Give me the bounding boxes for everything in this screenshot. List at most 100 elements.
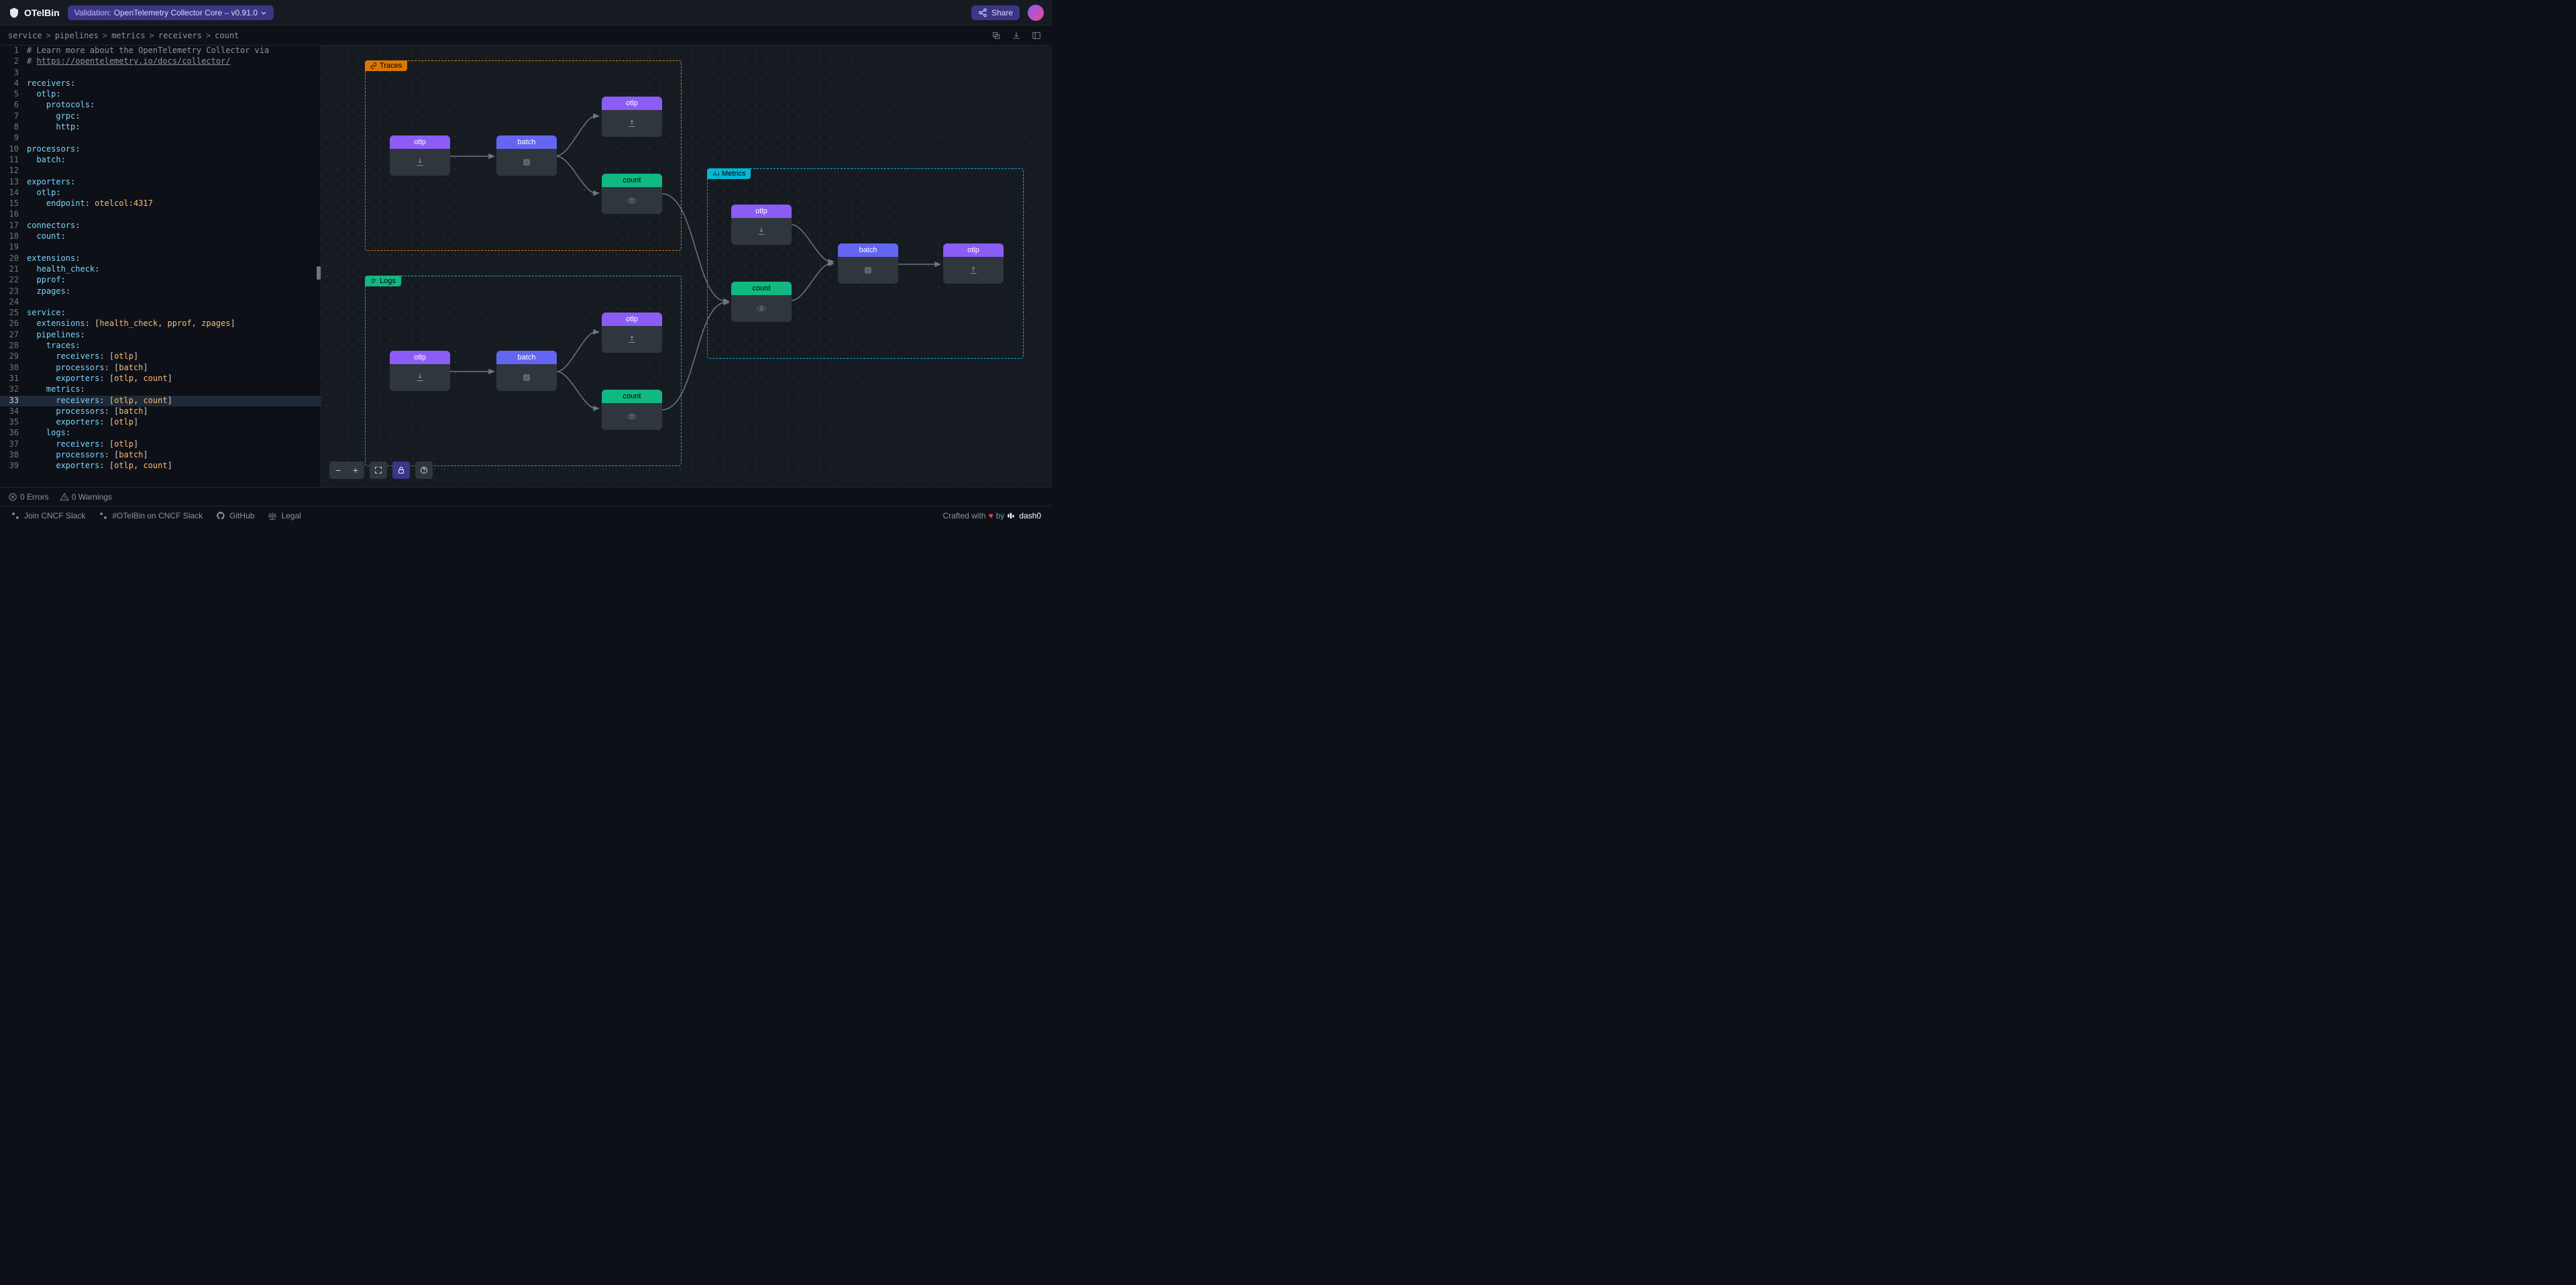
breadcrumb: service>pipelines>metrics>receivers>coun… bbox=[8, 31, 239, 40]
download-button[interactable] bbox=[1009, 28, 1024, 43]
download-icon bbox=[756, 226, 767, 237]
panel-toggle-button[interactable] bbox=[1029, 28, 1044, 43]
fit-view-button[interactable] bbox=[370, 461, 387, 479]
traces-label: Traces bbox=[365, 60, 407, 71]
logo[interactable]: OTelBin bbox=[8, 7, 60, 19]
editor-line[interactable]: 18 count: bbox=[0, 231, 321, 242]
editor-line[interactable]: 33 receivers: [otlp, count] bbox=[0, 396, 321, 406]
metrics-label: Metrics bbox=[707, 168, 751, 179]
editor-line[interactable]: 27 pipelines: bbox=[0, 330, 321, 341]
logo-icon bbox=[8, 7, 20, 19]
footer: Join CNCF Slack #OTelBin on CNCF Slack G… bbox=[0, 506, 1052, 524]
breadcrumb-item[interactable]: service bbox=[8, 31, 42, 40]
slack-link[interactable]: Join CNCF Slack bbox=[11, 511, 85, 520]
slack-icon bbox=[99, 511, 108, 520]
cpu-icon bbox=[863, 265, 873, 276]
dash0-icon bbox=[1007, 511, 1016, 520]
brand-link[interactable]: dash0 bbox=[1007, 511, 1041, 520]
editor-line[interactable]: 29 receivers: [otlp] bbox=[0, 351, 321, 362]
share-label: Share bbox=[991, 8, 1013, 17]
editor-line[interactable]: 22 pprof: bbox=[0, 275, 321, 286]
node-connector-count-logs[interactable]: count bbox=[602, 390, 662, 430]
user-avatar[interactable] bbox=[1028, 5, 1044, 21]
editor-line[interactable]: 16 bbox=[0, 209, 321, 220]
legal-link[interactable]: Legal bbox=[268, 511, 301, 520]
node-receiver-otlp-metrics[interactable]: otlp bbox=[731, 205, 792, 245]
copy-button[interactable] bbox=[989, 28, 1004, 43]
editor-line[interactable]: 24 bbox=[0, 297, 321, 308]
validation-label: Validation: bbox=[74, 8, 111, 17]
node-exporter-otlp-logs[interactable]: otlp bbox=[602, 313, 662, 353]
editor-line[interactable]: 9 bbox=[0, 133, 321, 144]
breadcrumb-item[interactable]: metrics bbox=[111, 31, 146, 40]
node-connector-count[interactable]: count bbox=[602, 174, 662, 214]
editor-line[interactable]: 5 otlp: bbox=[0, 89, 321, 100]
heart-icon: ♥ bbox=[988, 511, 993, 520]
editor-line[interactable]: 1# Learn more about the OpenTelemetry Co… bbox=[0, 46, 321, 56]
editor-line[interactable]: 3 bbox=[0, 68, 321, 78]
slack-channel-link[interactable]: #OTelBin on CNCF Slack bbox=[99, 511, 203, 520]
slack-icon bbox=[11, 511, 20, 520]
help-button[interactable] bbox=[415, 461, 433, 479]
upload-icon bbox=[627, 334, 637, 345]
editor-line[interactable]: 31 exporters: [otlp, count] bbox=[0, 374, 321, 384]
node-exporter-otlp[interactable]: otlp bbox=[602, 97, 662, 137]
node-processor-batch[interactable]: batch bbox=[496, 135, 557, 176]
editor-line[interactable]: 20extensions: bbox=[0, 254, 321, 264]
editor-line[interactable]: 36 logs: bbox=[0, 428, 321, 439]
share-button[interactable]: Share bbox=[971, 5, 1020, 20]
breadcrumb-item[interactable]: pipelines bbox=[55, 31, 99, 40]
node-receiver-otlp[interactable]: otlp bbox=[390, 135, 450, 176]
node-receiver-otlp-logs[interactable]: otlp bbox=[390, 351, 450, 391]
editor-line[interactable]: 4receivers: bbox=[0, 78, 321, 89]
zoom-out-button[interactable]: − bbox=[329, 461, 347, 479]
editor-line[interactable]: 10processors: bbox=[0, 144, 321, 155]
lock-button[interactable] bbox=[392, 461, 410, 479]
editor-line[interactable]: 8 http: bbox=[0, 122, 321, 133]
editor-line[interactable]: 35 exporters: [otlp] bbox=[0, 417, 321, 428]
warnings-status[interactable]: 0 Warnings bbox=[60, 492, 112, 502]
lock-icon bbox=[397, 466, 405, 474]
main-area: 1# Learn more about the OpenTelemetry Co… bbox=[0, 46, 1052, 487]
node-processor-batch-logs[interactable]: batch bbox=[496, 351, 557, 391]
editor-line[interactable]: 26 extensions: [health_check, pprof, zpa… bbox=[0, 319, 321, 329]
editor-line[interactable]: 12 bbox=[0, 166, 321, 176]
breadcrumb-item[interactable]: count bbox=[215, 31, 239, 40]
editor-line[interactable]: 21 health_check: bbox=[0, 264, 321, 275]
editor-line[interactable]: 2# https://opentelemetry.io/docs/collect… bbox=[0, 56, 321, 67]
share-icon bbox=[978, 8, 987, 17]
editor-line[interactable]: 34 processors: [batch] bbox=[0, 406, 321, 417]
editor-line[interactable]: 38 processors: [batch] bbox=[0, 450, 321, 461]
editor-line[interactable]: 14 otlp: bbox=[0, 188, 321, 199]
pipeline-canvas[interactable]: Traces otlp batch otlp count L bbox=[321, 46, 1052, 487]
zoom-in-button[interactable]: + bbox=[347, 461, 364, 479]
editor-line[interactable]: 28 traces: bbox=[0, 341, 321, 351]
editor-line[interactable]: 39 exporters: [otlp, count] bbox=[0, 461, 321, 471]
github-icon bbox=[216, 511, 225, 520]
editor-line[interactable]: 13exporters: bbox=[0, 177, 321, 188]
errors-status[interactable]: 0 Errors bbox=[8, 492, 49, 502]
editor-line[interactable]: 23 zpages: bbox=[0, 286, 321, 297]
node-exporter-otlp-metrics[interactable]: otlp bbox=[943, 243, 1004, 284]
editor-line[interactable]: 32 metrics: bbox=[0, 384, 321, 395]
editor-line[interactable]: 7 grpc: bbox=[0, 111, 321, 122]
github-link[interactable]: GitHub bbox=[216, 511, 254, 520]
editor-line[interactable]: 15 endpoint: otelcol:4317 bbox=[0, 199, 321, 209]
editor-line[interactable]: 6 protocols: bbox=[0, 100, 321, 111]
resize-handle[interactable] bbox=[317, 266, 321, 280]
scale-icon bbox=[268, 511, 277, 520]
validation-dropdown[interactable]: Validation: OpenTelemetry Collector Core… bbox=[68, 5, 274, 20]
editor-line[interactable]: 19 bbox=[0, 242, 321, 253]
breadcrumb-bar: service>pipelines>metrics>receivers>coun… bbox=[0, 25, 1052, 46]
node-processor-batch-metrics[interactable]: batch bbox=[838, 243, 898, 284]
editor-line[interactable]: 30 processors: [batch] bbox=[0, 363, 321, 374]
code-editor[interactable]: 1# Learn more about the OpenTelemetry Co… bbox=[0, 46, 321, 487]
eye-count-icon bbox=[627, 195, 637, 206]
node-receiver-count-metrics[interactable]: count bbox=[731, 282, 792, 322]
editor-line[interactable]: 37 receivers: [otlp] bbox=[0, 439, 321, 450]
cpu-icon bbox=[521, 372, 532, 383]
editor-line[interactable]: 17connectors: bbox=[0, 221, 321, 231]
breadcrumb-item[interactable]: receivers bbox=[158, 31, 202, 40]
editor-line[interactable]: 11 batch: bbox=[0, 155, 321, 166]
editor-line[interactable]: 25service: bbox=[0, 308, 321, 319]
